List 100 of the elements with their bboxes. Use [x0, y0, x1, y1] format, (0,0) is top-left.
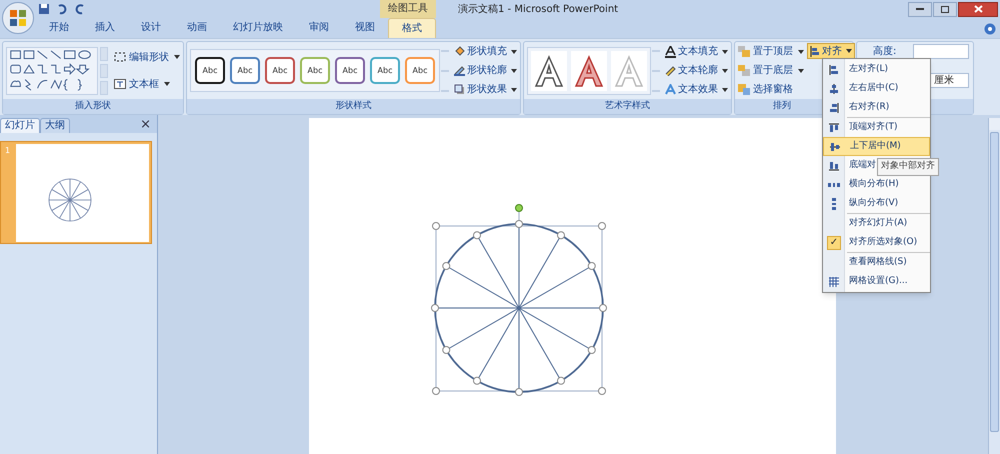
menu-item-label: 对齐所选对象(O) [849, 236, 918, 249]
contextual-tab-label: 绘图工具 [380, 0, 436, 18]
arrange-button[interactable]: 选择窗格 [738, 82, 804, 97]
menu-item[interactable]: 网格设置(G)... [823, 272, 930, 291]
ribbon-tab[interactable]: 插入 [82, 18, 128, 38]
menu-item[interactable]: ✓ 对齐所选对象(O) [823, 233, 930, 252]
slide-thumbnail[interactable] [16, 144, 149, 242]
caret-icon [722, 50, 728, 54]
redo-icon[interactable] [74, 3, 86, 15]
edit-shape-button[interactable]: 编辑形状 [114, 50, 180, 64]
menu-item[interactable]: 上下居中(M) [823, 137, 930, 156]
height-field[interactable] [913, 44, 969, 59]
selection-pane-icon [738, 84, 750, 95]
menu-item[interactable]: 横向分布(H) [823, 175, 930, 194]
edit-points-icon [114, 52, 126, 62]
maximize-button[interactable] [933, 2, 957, 16]
close-button[interactable] [958, 2, 998, 16]
pencil-icon [665, 65, 676, 76]
shape-style-swatch[interactable]: Abc [335, 57, 365, 84]
caret-icon [722, 88, 728, 92]
shape-gallery-drawing[interactable] [6, 46, 98, 94]
menu-item[interactable]: 对齐幻灯片(A) [823, 214, 930, 233]
menu-item-label: 左对齐(L) [849, 62, 888, 76]
shape-style-swatch[interactable]: Abc [195, 57, 225, 84]
text-format-button[interactable]: 文本效果 [665, 82, 728, 97]
shape-style-swatch[interactable]: Abc [265, 57, 295, 84]
menu-item-label: 纵向分布(V) [849, 196, 898, 210]
menu-item[interactable]: 顶端对齐(T) [823, 118, 930, 137]
close-icon [974, 5, 982, 13]
align-right-icon [829, 102, 839, 112]
shape-format-button[interactable]: 形状效果 [454, 82, 517, 97]
caret-icon [164, 82, 170, 86]
align-center-icon [829, 84, 839, 94]
menu-item-label: 对齐幻灯片(A) [849, 216, 908, 230]
shape-style-swatch[interactable]: Abc [300, 57, 330, 84]
caret-icon [174, 55, 180, 59]
minimize-button[interactable] [908, 2, 932, 16]
shape-style-swatch[interactable]: Abc [370, 57, 400, 84]
caret-icon [846, 49, 852, 53]
pencil-icon [454, 65, 465, 76]
align-left-icon [829, 64, 839, 74]
save-icon[interactable] [38, 3, 50, 15]
window-title: 演示文稿1 - Microsoft PowerPoint [458, 2, 618, 16]
caret-icon [511, 68, 517, 72]
close-panel-button[interactable]: × [140, 117, 151, 133]
shape-style-swatch[interactable]: Abc [405, 57, 435, 84]
menu-item-label: 右对齐(R) [849, 100, 890, 114]
vertical-scrollbar[interactable] [988, 118, 1000, 454]
ribbon-tab[interactable]: 动画 [174, 18, 220, 38]
ribbon-tab[interactable]: 审阅 [296, 18, 342, 38]
ribbon-tab[interactable]: 幻灯片放映 [220, 18, 296, 38]
ribbon-tab[interactable]: 视图 [342, 18, 388, 38]
caret-icon [511, 88, 517, 92]
paint-bucket-icon [454, 46, 465, 57]
caret-icon [722, 68, 728, 72]
arrange-button[interactable]: 置于底层 [738, 63, 804, 78]
group-label: 插入形状 [75, 100, 111, 113]
ribbon-tab[interactable]: 设计 [128, 18, 174, 38]
shape-format-button[interactable]: 形状填充 [454, 44, 517, 59]
ribbon-tab[interactable]: 开始 [36, 18, 82, 38]
align-icon [810, 46, 820, 56]
bring-front-icon [738, 46, 750, 57]
tooltip: 对象中部对齐 [877, 158, 939, 176]
menu-item[interactable]: 纵向分布(V) [823, 194, 930, 213]
text-effect-icon [665, 84, 676, 95]
text-fill-icon [665, 46, 676, 58]
office-logo-icon [9, 9, 27, 27]
group-label: 形状样式 [336, 100, 372, 113]
menu-item[interactable]: 右对齐(R) [823, 98, 930, 117]
group-label: 排列 [773, 100, 791, 113]
send-back-icon [738, 65, 750, 76]
wordart-style-swatch[interactable] [571, 50, 607, 90]
wheel-drawing [48, 178, 92, 222]
grid-icon [829, 276, 839, 286]
text-box-button[interactable]: 文本框 [114, 76, 180, 92]
align-middle-icon [830, 142, 840, 152]
text-format-button[interactable]: 文本轮廓 [665, 63, 728, 78]
caret-icon [511, 50, 517, 54]
caret-icon [798, 68, 804, 72]
menu-item-label: 查看网格线(S) [849, 256, 907, 269]
selected-wheel-drawing[interactable] [431, 204, 607, 396]
align-button[interactable]: 对齐 [807, 43, 855, 59]
shape-format-button[interactable]: 形状轮廓 [454, 63, 517, 78]
arrange-button[interactable]: 置于顶层 [738, 44, 804, 59]
unit-label: 厘米 [934, 74, 954, 86]
wordart-style-swatch[interactable] [611, 50, 647, 90]
undo-icon[interactable] [56, 3, 68, 15]
panel-tab[interactable]: 大纲 [40, 118, 70, 133]
check-mark: ✓ [827, 236, 841, 250]
ribbon-tab[interactable]: 格式 [388, 18, 436, 38]
text-format-button[interactable]: 文本填充 [665, 44, 728, 59]
align-top-icon [829, 122, 839, 132]
panel-tab[interactable]: 幻灯片 [0, 118, 40, 133]
shape-effect-icon [454, 84, 465, 95]
shape-style-swatch[interactable]: Abc [230, 57, 260, 84]
help-icon[interactable] [984, 23, 996, 35]
office-button[interactable] [2, 2, 34, 34]
text-box-icon [114, 79, 126, 89]
wordart-style-swatch[interactable] [531, 50, 567, 90]
menu-item[interactable]: 查看网格线(S) [823, 253, 930, 272]
